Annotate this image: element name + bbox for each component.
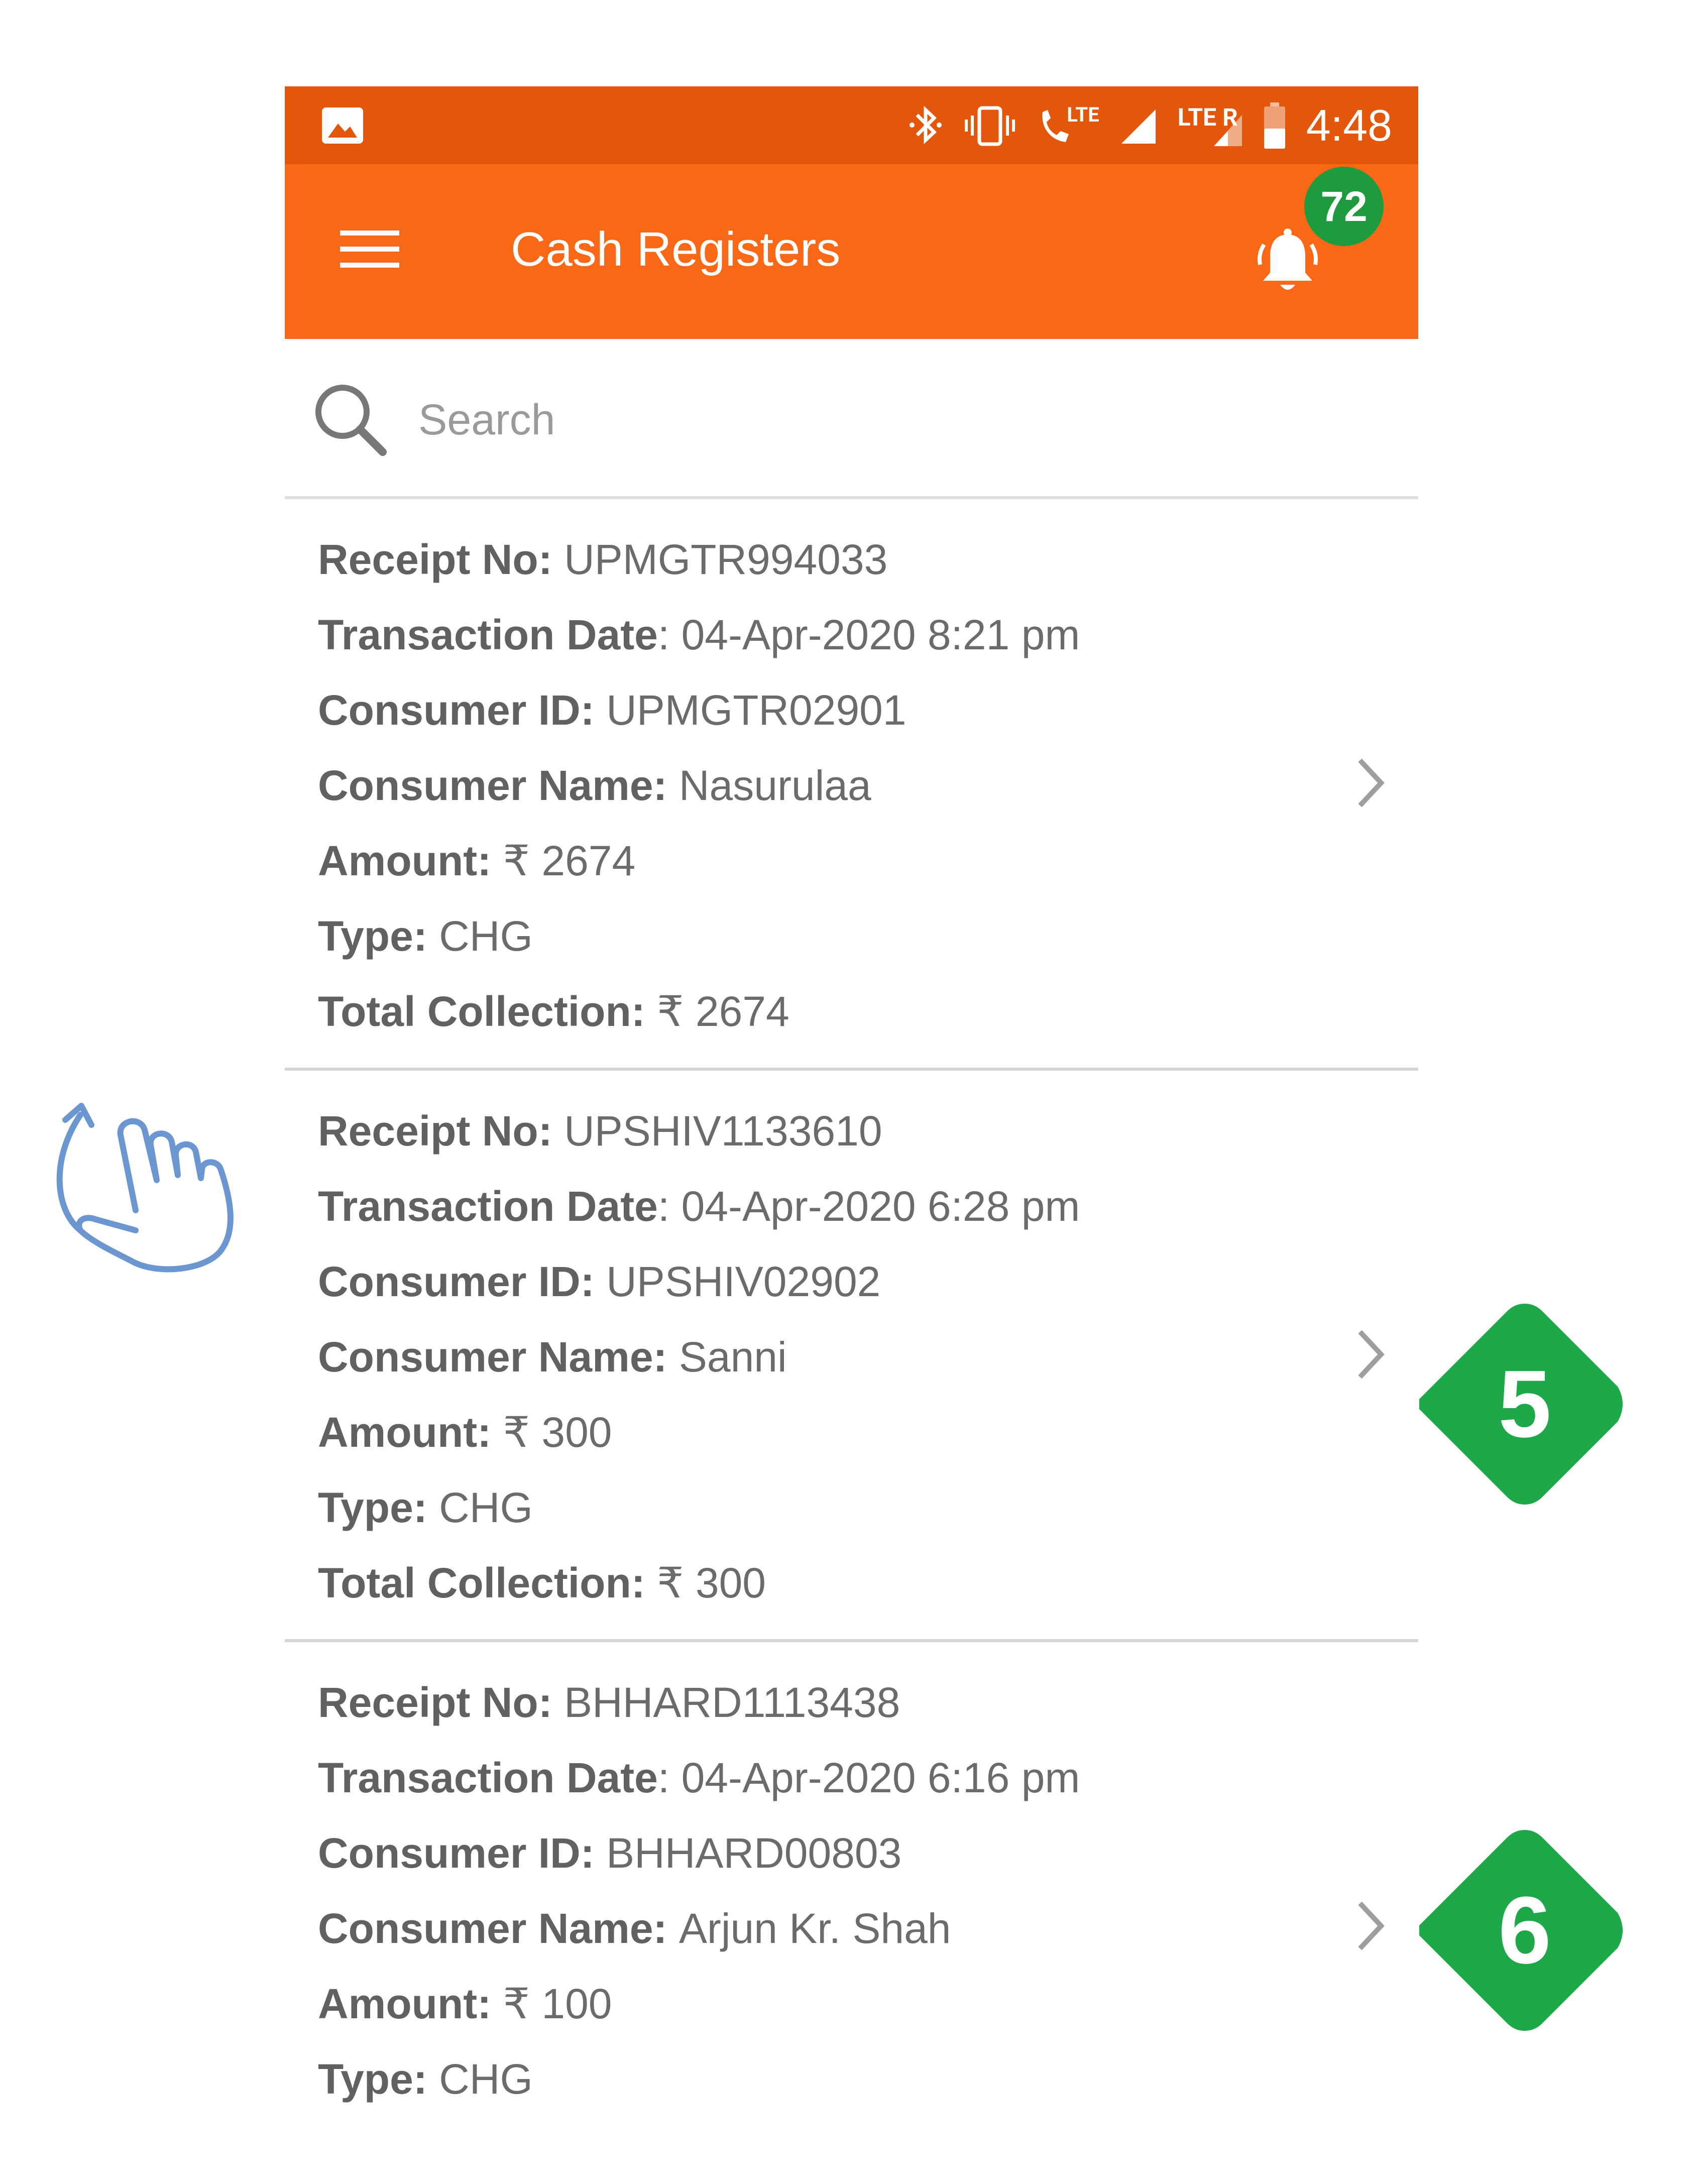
amount-value: ₹ 100 xyxy=(503,1980,612,2027)
transaction-date-label: Transaction Date xyxy=(318,1754,658,1801)
consumer-name-label: Consumer Name: xyxy=(318,762,679,809)
transaction-date-label: Transaction Date xyxy=(318,1183,658,1230)
chevron-right-icon[interactable] xyxy=(1353,1898,1388,1953)
type-value: CHG xyxy=(439,2055,533,2103)
transaction-date-row: Transaction Date: 04-Apr-2020 8:21 pm xyxy=(318,605,1080,680)
swipe-up-gesture-icon xyxy=(56,1103,234,1273)
amount-label: Amount: xyxy=(318,1409,503,1456)
receipt-no-row: Receipt No: UPSHIV1133610 xyxy=(318,1101,1080,1176)
receipt-details: Receipt No: UPMGTR994033 Transaction Date… xyxy=(318,529,1080,1057)
consumer-id-row: Consumer ID: UPSHIV02902 xyxy=(318,1251,1080,1327)
type-value: CHG xyxy=(439,912,533,960)
receipt-details: Receipt No: UPSHIV1133610 Transaction Dat… xyxy=(318,1101,1080,1628)
bell-icon[interactable] xyxy=(1254,224,1322,300)
consumer-name-value: Arjun Kr. Shah xyxy=(678,1905,951,1952)
receipt-no-label: Receipt No: xyxy=(318,1679,564,1726)
signal-roaming: LTE R xyxy=(1178,103,1243,148)
receipt-card[interactable]: Receipt No: UPSHIV1133610 Transaction Dat… xyxy=(285,1071,1418,1642)
consumer-id-row: Consumer ID: UPMGTR02901 xyxy=(318,680,1080,755)
status-icons: LTE LTE R 4:48 xyxy=(908,100,1392,151)
volte-indicator: LTE xyxy=(1037,103,1099,148)
consumer-id-label: Consumer ID: xyxy=(318,1258,607,1305)
callout-number: 6 xyxy=(1498,1877,1551,1984)
phone-screen: LTE LTE R 4:48 Cash Registers 72 Search … xyxy=(285,86,1418,2115)
amount-row: Amount: ₹ 300 xyxy=(318,1402,1080,1477)
amount-label: Amount: xyxy=(318,837,503,884)
callout-marker-5: 5 xyxy=(1419,1299,1630,1510)
receipt-no-label: Receipt No: xyxy=(318,1107,564,1155)
transaction-date-value: : 04-Apr-2020 8:21 pm xyxy=(657,611,1080,658)
type-row: Type: CHG xyxy=(318,906,1080,981)
consumer-name-label: Consumer Name: xyxy=(318,1333,679,1381)
page-title: Cash Registers xyxy=(511,222,841,276)
search-bar xyxy=(285,339,1418,499)
consumer-id-label: Consumer ID: xyxy=(318,1829,607,1877)
transaction-date-value: : 04-Apr-2020 6:16 pm xyxy=(657,1754,1080,1801)
consumer-name-row: Consumer Name: Sanni xyxy=(318,1327,1080,1402)
type-label: Type: xyxy=(318,2055,439,2103)
receipt-no-row: Receipt No: BHHARD1113438 xyxy=(318,1672,1080,1748)
search-input[interactable] xyxy=(417,384,1323,455)
transaction-date-row: Transaction Date: 04-Apr-2020 6:16 pm xyxy=(318,1748,1080,1823)
transaction-date-label: Transaction Date xyxy=(318,611,658,658)
vibrate-icon xyxy=(965,106,1015,146)
receipt-no-row: Receipt No: UPMGTR994033 xyxy=(318,529,1080,605)
amount-label: Amount: xyxy=(318,1980,503,2027)
network-label-1: LTE xyxy=(1067,103,1099,127)
consumer-id-value: BHHARD00803 xyxy=(606,1829,902,1877)
consumer-name-row: Consumer Name: Arjun Kr. Shah xyxy=(318,1898,1080,1974)
total-collection-row: Total Collection: ₹ 2674 xyxy=(318,981,1080,1057)
callout-number: 5 xyxy=(1498,1351,1551,1457)
receipt-no-value: UPMGTR994033 xyxy=(564,536,888,583)
image-notification-icon xyxy=(322,107,363,144)
bluetooth-icon xyxy=(910,105,942,145)
consumer-name-value: Nasurulaa xyxy=(678,762,871,809)
amount-row: Amount: ₹ 100 xyxy=(318,1974,1080,2049)
status-time: 4:48 xyxy=(1306,100,1392,150)
consumer-name-value: Sanni xyxy=(678,1333,787,1381)
callout-marker-6: 6 xyxy=(1419,1825,1630,2036)
receipt-no-label: Receipt No: xyxy=(318,536,564,583)
total-collection-value: ₹ 2674 xyxy=(657,988,789,1035)
consumer-id-label: Consumer ID: xyxy=(318,686,607,734)
receipt-details: Receipt No: BHHARD1113438 Transaction Dat… xyxy=(318,1672,1080,2115)
consumer-id-value: UPMGTR02901 xyxy=(606,686,907,734)
consumer-id-value: UPSHIV02902 xyxy=(606,1258,881,1305)
search-icon xyxy=(315,385,387,456)
total-collection-label: Total Collection: xyxy=(318,988,657,1035)
receipt-list: Receipt No: UPMGTR994033 Transaction Date… xyxy=(285,499,1418,2115)
transaction-date-row: Transaction Date: 04-Apr-2020 6:28 pm xyxy=(318,1176,1080,1251)
menu-icon[interactable] xyxy=(340,223,400,274)
transaction-date-value: : 04-Apr-2020 6:28 pm xyxy=(657,1183,1080,1230)
type-label: Type: xyxy=(318,1484,439,1531)
app-bar: Cash Registers 72 xyxy=(285,164,1418,339)
total-collection-row: Total Collection: ₹ 300 xyxy=(318,1553,1080,1628)
battery-icon xyxy=(1264,102,1285,149)
receipt-card[interactable]: Receipt No: BHHARD1113438 Transaction Dat… xyxy=(285,1642,1418,2115)
notification-badge[interactable]: 72 xyxy=(1304,167,1384,246)
consumer-id-row: Consumer ID: BHHARD00803 xyxy=(318,1823,1080,1898)
total-collection-value: ₹ 300 xyxy=(657,1559,766,1606)
consumer-name-row: Consumer Name: Nasurulaa xyxy=(318,755,1080,831)
signal-icon xyxy=(1121,109,1156,144)
receipt-no-value: UPSHIV1133610 xyxy=(564,1107,882,1155)
status-bar: LTE LTE R 4:48 xyxy=(285,86,1418,164)
consumer-name-label: Consumer Name: xyxy=(318,1905,679,1952)
type-label: Type: xyxy=(318,912,439,960)
type-row: Type: CHG xyxy=(318,1477,1080,1553)
receipt-no-value: BHHARD1113438 xyxy=(564,1679,900,1726)
amount-value: ₹ 300 xyxy=(503,1409,612,1456)
signal-weak-icon xyxy=(1213,115,1242,146)
total-collection-label: Total Collection: xyxy=(318,1559,657,1606)
receipt-card[interactable]: Receipt No: UPMGTR994033 Transaction Date… xyxy=(285,499,1418,1071)
amount-row: Amount: ₹ 2674 xyxy=(318,831,1080,906)
chevron-right-icon[interactable] xyxy=(1353,755,1388,811)
type-value: CHG xyxy=(439,1484,533,1531)
amount-value: ₹ 2674 xyxy=(503,837,636,884)
type-row: Type: CHG xyxy=(318,2049,1080,2115)
chevron-right-icon[interactable] xyxy=(1353,1327,1388,1382)
